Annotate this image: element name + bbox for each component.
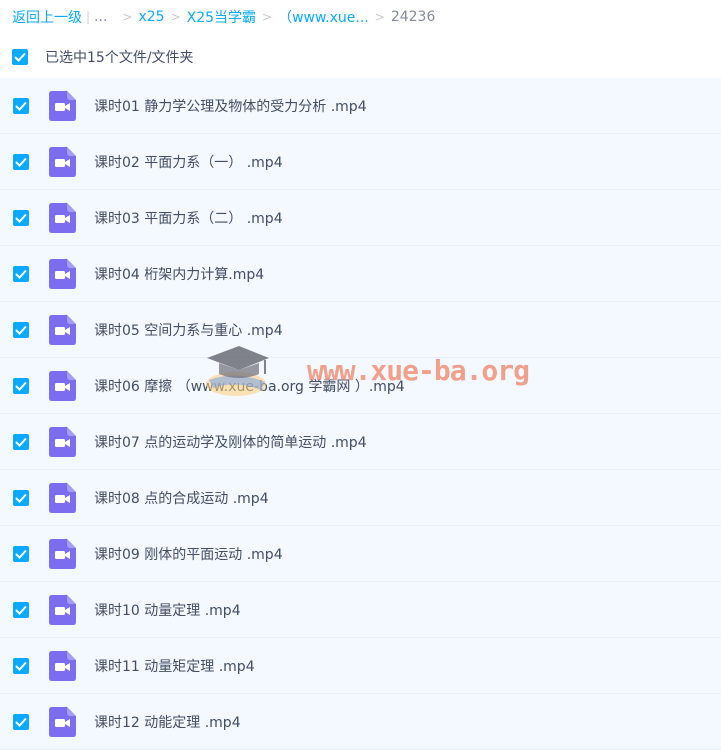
video-file-icon bbox=[49, 315, 76, 345]
file-name: 课时06 摩擦 （www.xue-ba.org 学霸网 ）.mp4 bbox=[94, 379, 405, 395]
check-icon bbox=[15, 101, 27, 111]
file-checkbox[interactable] bbox=[13, 322, 29, 338]
file-name: 课时01 静力学公理及物体的受力分析 .mp4 bbox=[94, 99, 367, 115]
video-file-icon bbox=[49, 595, 76, 625]
check-icon bbox=[15, 437, 27, 447]
file-checkbox[interactable] bbox=[13, 714, 29, 730]
selection-count-label: 已选中15个文件/文件夹 bbox=[45, 50, 194, 66]
breadcrumb: 返回上一级 | ... > x25 > X25当学霸 > （www.xue...… bbox=[12, 8, 435, 26]
breadcrumb-separator: > bbox=[170, 10, 181, 24]
file-name: 课时02 平面力系（一） .mp4 bbox=[94, 155, 283, 171]
check-icon bbox=[15, 605, 27, 615]
breadcrumb-item[interactable]: （www.xue... bbox=[278, 7, 369, 27]
file-checkbox[interactable] bbox=[13, 98, 29, 114]
breadcrumb-item[interactable]: x25 bbox=[138, 9, 164, 25]
file-row[interactable]: 课时09 刚体的平面运动 .mp4 bbox=[0, 526, 721, 582]
video-file-icon bbox=[49, 259, 76, 289]
back-link[interactable]: 返回上一级 bbox=[12, 7, 82, 27]
file-name: 课时10 动量定理 .mp4 bbox=[94, 603, 241, 619]
file-row[interactable]: 课时03 平面力系（二） .mp4 bbox=[0, 190, 721, 246]
file-name: 课时12 动能定理 .mp4 bbox=[94, 715, 241, 731]
file-row[interactable]: 课时11 动量矩定理 .mp4 bbox=[0, 638, 721, 694]
video-file-icon bbox=[49, 147, 76, 177]
file-checkbox[interactable] bbox=[13, 546, 29, 562]
check-icon bbox=[15, 717, 27, 727]
video-file-icon bbox=[49, 427, 76, 457]
select-all-checkbox[interactable] bbox=[12, 49, 28, 65]
video-file-icon bbox=[49, 203, 76, 233]
check-icon bbox=[15, 325, 27, 335]
check-icon bbox=[15, 549, 27, 559]
check-icon bbox=[15, 269, 27, 279]
video-file-icon bbox=[49, 371, 76, 401]
video-file-icon bbox=[49, 483, 76, 513]
file-name: 课时05 空间力系与重心 .mp4 bbox=[94, 323, 283, 339]
check-icon bbox=[15, 157, 27, 167]
breadcrumb-current: 24236 bbox=[390, 9, 436, 25]
file-name: 课时03 平面力系（二） .mp4 bbox=[94, 211, 283, 227]
breadcrumb-item[interactable]: X25当学霸 bbox=[187, 7, 256, 27]
file-checkbox[interactable] bbox=[13, 210, 29, 226]
file-row[interactable]: 课时10 动量定理 .mp4 bbox=[0, 582, 721, 638]
file-row[interactable]: 课时06 摩擦 （www.xue-ba.org 学霸网 ）.mp4 bbox=[0, 358, 721, 414]
file-name: 课时11 动量矩定理 .mp4 bbox=[94, 659, 255, 675]
file-row[interactable]: 课时05 空间力系与重心 .mp4 bbox=[0, 302, 721, 358]
file-checkbox[interactable] bbox=[13, 434, 29, 450]
file-row[interactable]: 课时07 点的运动学及刚体的简单运动 .mp4 bbox=[0, 414, 721, 470]
file-name: 课时07 点的运动学及刚体的简单运动 .mp4 bbox=[94, 435, 367, 451]
video-file-icon bbox=[49, 539, 76, 569]
breadcrumb-ellipsis[interactable]: ... bbox=[94, 9, 107, 25]
file-row[interactable]: 课时04 桁架内力计算.mp4 bbox=[0, 246, 721, 302]
check-icon bbox=[15, 661, 27, 671]
file-name: 课时08 点的合成运动 .mp4 bbox=[94, 491, 269, 507]
file-checkbox[interactable] bbox=[13, 378, 29, 394]
breadcrumb-separator: > bbox=[374, 10, 385, 24]
file-name: 课时09 刚体的平面运动 .mp4 bbox=[94, 547, 283, 563]
file-checkbox[interactable] bbox=[13, 490, 29, 506]
video-file-icon bbox=[49, 707, 76, 737]
file-checkbox[interactable] bbox=[13, 658, 29, 674]
check-icon bbox=[15, 213, 27, 223]
file-row[interactable]: 课时02 平面力系（一） .mp4 bbox=[0, 134, 721, 190]
check-icon bbox=[15, 493, 27, 503]
breadcrumb-separator: > bbox=[122, 10, 133, 24]
file-row[interactable]: 课时01 静力学公理及物体的受力分析 .mp4 bbox=[0, 78, 721, 134]
file-checkbox[interactable] bbox=[13, 154, 29, 170]
file-list: 课时01 静力学公理及物体的受力分析 .mp4 课时02 平面力系（一） .mp… bbox=[0, 78, 721, 750]
file-checkbox[interactable] bbox=[13, 266, 29, 282]
video-file-icon bbox=[49, 651, 76, 681]
breadcrumb-divider: | bbox=[86, 10, 91, 24]
file-name: 课时04 桁架内力计算.mp4 bbox=[94, 267, 265, 283]
breadcrumb-separator: > bbox=[262, 10, 273, 24]
file-row[interactable]: 课时12 动能定理 .mp4 bbox=[0, 694, 721, 750]
file-checkbox[interactable] bbox=[13, 602, 29, 618]
select-all-bar: 已选中15个文件/文件夹 bbox=[12, 46, 194, 68]
check-icon bbox=[15, 381, 27, 391]
file-row[interactable]: 课时08 点的合成运动 .mp4 bbox=[0, 470, 721, 526]
video-file-icon bbox=[49, 91, 76, 121]
check-icon bbox=[14, 52, 26, 62]
